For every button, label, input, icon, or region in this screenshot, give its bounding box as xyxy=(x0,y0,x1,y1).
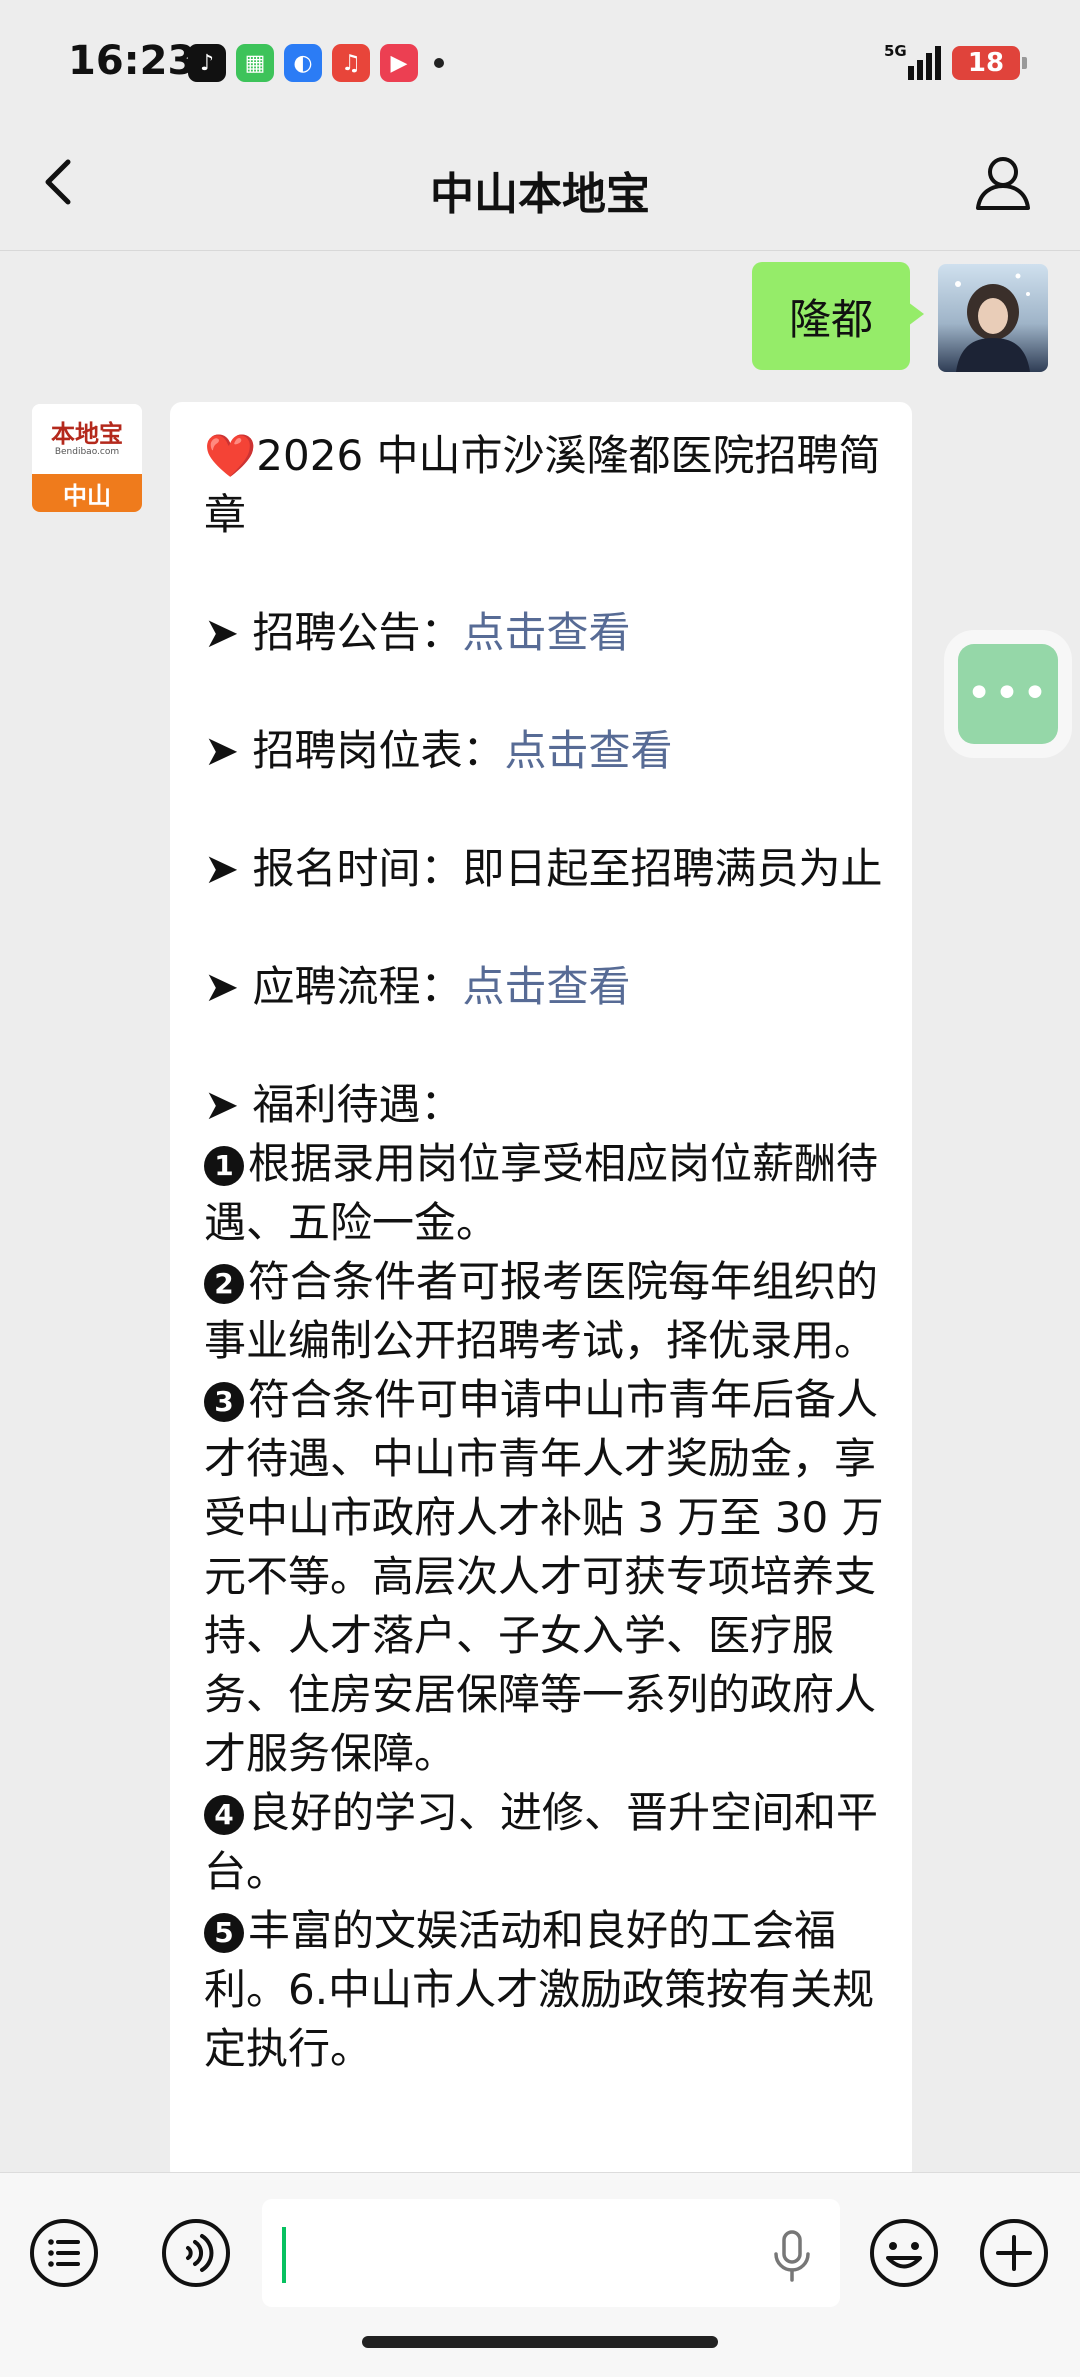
benefits-heading: ➤ 福利待遇： xyxy=(204,1080,463,1129)
number-badge-icon: 2 xyxy=(204,1264,244,1304)
music-icon: ♫ xyxy=(332,44,370,82)
incoming-message-bubble[interactable]: ❤️2026 中山市沙溪隆都医院招聘简章 ➤ 招聘公告：点击查看 ➤ 招聘岗位表… xyxy=(170,402,912,2182)
bendibao-logo: 本地宝 Bendibao.com xyxy=(32,404,142,474)
logo-city-text: 中山 xyxy=(32,474,142,512)
view-process-link[interactable]: 点击查看 xyxy=(463,962,631,1011)
home-indicator xyxy=(362,2336,718,2348)
user-avatar[interactable] xyxy=(938,264,1048,372)
bendibao-avatar[interactable]: 本地宝 Bendibao.com 中山 xyxy=(32,404,142,512)
logo-brand-text: 本地宝 xyxy=(51,420,123,448)
message-title: ❤️2026 中山市沙溪隆都医院招聘简章 xyxy=(204,431,881,539)
floating-more-button[interactable]: ••• xyxy=(958,644,1058,744)
svg-text:5G: 5G xyxy=(884,42,907,60)
list-item-process: ➤ 应聘流程：点击查看 xyxy=(204,962,631,1011)
view-positions-link[interactable]: 点击查看 xyxy=(505,726,673,775)
outgoing-message-bubble[interactable]: 隆都 xyxy=(752,262,924,370)
logo-site-text: Bendibao.com xyxy=(54,447,120,457)
video-icon: ▶ xyxy=(380,44,418,82)
number-badge-icon: 5 xyxy=(204,1913,244,1953)
status-time: 16:23 xyxy=(68,38,196,84)
emoji-icon[interactable] xyxy=(868,2217,940,2289)
cellular-signal-icon: 5G xyxy=(884,42,941,80)
chat-title: 中山本地宝 xyxy=(430,169,650,220)
benefit-item: 5 丰富的文娱活动和良好的工会福利。6.中山市人才激励政策按有关规定执行。 xyxy=(204,1906,875,2073)
browser-icon: ◐ xyxy=(284,44,322,82)
benefit-item: 3 符合条件可申请中山市青年后备人才待遇、中山市青年人才奖励金，享受中山市政府人才… xyxy=(204,1375,884,1778)
profile-icon[interactable] xyxy=(970,150,1036,216)
benefit-item: 2 符合条件者可报考医院每年组织的事业编制公开招聘考试，择优录用。 xyxy=(204,1257,879,1365)
number-badge-icon: 3 xyxy=(204,1382,244,1422)
benefit-item: 1 根据录用岗位享受相应岗位薪酬待遇、五险一金。 xyxy=(204,1139,879,1247)
status-bar: 16:23 ♪ ▦ ◐ ♫ ▶ 5G 18 xyxy=(0,0,1080,120)
grid-app-icon: ▦ xyxy=(236,44,274,82)
more-notifications-icon xyxy=(434,58,444,68)
battery-tip xyxy=(1022,57,1027,69)
menu-list-icon[interactable] xyxy=(28,2217,100,2289)
text-cursor xyxy=(282,2227,286,2283)
voice-input-icon[interactable] xyxy=(160,2217,232,2289)
ellipsis-icon: ••• xyxy=(966,668,1050,719)
list-item-announcement: ➤ 招聘公告：点击查看 xyxy=(204,608,631,657)
message-body: ❤️2026 中山市沙溪隆都医院招聘简章 ➤ 招聘公告：点击查看 ➤ 招聘岗位表… xyxy=(204,426,884,2078)
notification-icons: ♪ ▦ ◐ ♫ ▶ xyxy=(188,44,444,82)
number-badge-icon: 4 xyxy=(204,1795,244,1835)
list-item-registration-time: ➤ 报名时间：即日起至招聘满员为止 xyxy=(204,844,883,893)
list-item-positions: ➤ 招聘岗位表：点击查看 xyxy=(204,726,673,775)
number-badge-icon: 1 xyxy=(204,1146,244,1186)
battery-indicator: 18 xyxy=(952,46,1020,80)
add-icon[interactable] xyxy=(978,2217,1050,2289)
microphone-icon[interactable] xyxy=(768,2229,816,2283)
user-photo xyxy=(955,273,1030,372)
message-input[interactable] xyxy=(262,2199,840,2307)
tiktok-icon: ♪ xyxy=(188,44,226,82)
benefit-item: 4 良好的学习、进修、晋升空间和平台。 xyxy=(204,1788,879,1896)
view-announcement-link[interactable]: 点击查看 xyxy=(463,608,631,657)
chat-header: 中山本地宝 xyxy=(0,120,1080,251)
outgoing-message-text: 隆都 xyxy=(788,294,873,344)
